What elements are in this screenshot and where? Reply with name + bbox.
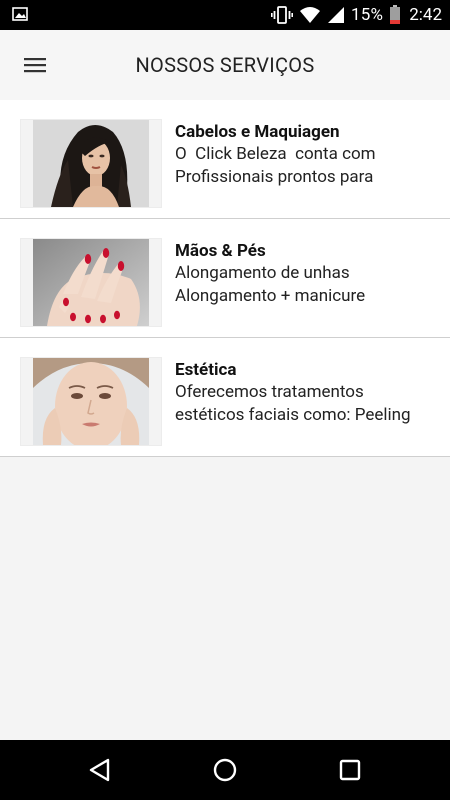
service-description-line: estéticos faciais como: Peeling (175, 405, 411, 425)
status-bar: 15% 2:42 (0, 0, 450, 30)
service-thumbnail (20, 238, 162, 327)
battery-percent: 15% (351, 5, 384, 25)
list-item[interactable]: Estética Oferecemos tratamentos estético… (0, 338, 450, 457)
service-thumbnail (20, 119, 162, 208)
app-bar: NOSSOS SERVIÇOS (0, 30, 450, 100)
service-title: Mãos & Pés (175, 241, 266, 261)
page-title: NOSSOS SERVIÇOS (135, 53, 315, 77)
wifi-icon (300, 7, 321, 23)
services-list: Cabelos e Maquiagen O Click Beleza conta… (0, 100, 450, 457)
hands-red-nails-image (33, 239, 149, 326)
list-item[interactable]: Mãos & Pés Alongamento de unhas Alongame… (0, 219, 450, 338)
signal-icon (328, 7, 345, 23)
service-title: Estética (175, 360, 237, 380)
service-description-line: O Click Beleza conta com (175, 144, 376, 164)
recents-icon[interactable] (336, 756, 364, 784)
battery-icon (390, 5, 401, 24)
service-title: Cabelos e Maquiagen (175, 122, 340, 142)
list-item[interactable]: Cabelos e Maquiagen O Click Beleza conta… (0, 100, 450, 219)
navigation-bar (0, 740, 450, 800)
vibrate-icon (271, 6, 294, 24)
service-description-line: Profissionais prontos para (175, 167, 374, 187)
service-thumbnail (20, 357, 162, 446)
service-description-line: Alongamento de unhas (175, 263, 350, 283)
clock: 2:42 (409, 5, 442, 25)
service-description-line: Alongamento + manicure (175, 286, 366, 306)
woman-long-hair-image (33, 120, 149, 207)
home-icon[interactable] (211, 756, 239, 784)
back-icon[interactable] (86, 756, 114, 784)
image-icon (12, 7, 28, 21)
woman-face-skincare-image (33, 358, 149, 445)
service-description-line: Oferecemos tratamentos (175, 382, 364, 402)
